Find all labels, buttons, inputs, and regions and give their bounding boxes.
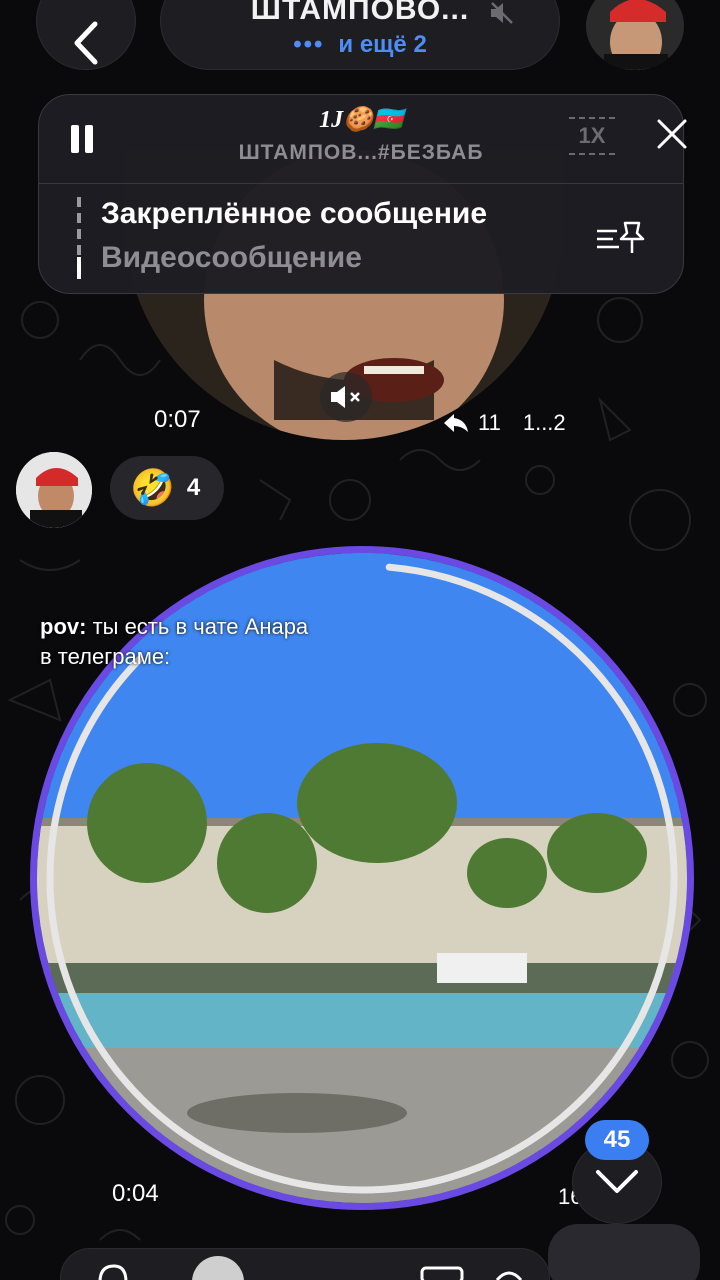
caption-text: ты есть в чате Анара: [86, 614, 309, 639]
chat-status: ••• и ещё 2: [161, 31, 559, 59]
pinned-message-subtitle[interactable]: Видеосообщение: [101, 241, 362, 275]
unread-count-badge: 45: [585, 1120, 649, 1160]
video-sound-toggle[interactable]: [320, 372, 372, 422]
caption-line-2: в телеграме:: [40, 644, 171, 669]
pin-position-indicator: [77, 197, 81, 279]
pin-list-icon[interactable]: [595, 217, 645, 257]
typing-dots: •••: [293, 31, 325, 58]
sticker-icon[interactable]: [494, 1266, 524, 1280]
mute-icon: [491, 2, 513, 24]
close-icon[interactable]: [655, 117, 689, 151]
pinned-message-title[interactable]: Закреплённое сообщение: [101, 197, 487, 231]
video-duration: 0:04: [112, 1180, 159, 1207]
chevron-left-icon: [74, 21, 98, 65]
replies-count: 11: [478, 410, 501, 435]
video-duration: 0:07: [154, 406, 201, 433]
caption-bold: pov:: [40, 614, 87, 639]
reaction-count: 4: [186, 474, 201, 501]
attach-icon[interactable]: [96, 1262, 130, 1280]
chat-header[interactable]: ШТАМПОВО... ••• и ещё 2: [160, 0, 560, 70]
reaction-emoji: 🤣: [130, 467, 175, 508]
sender-avatar[interactable]: [16, 452, 92, 528]
reply-pages: 1...2: [522, 410, 566, 435]
replies-indicator[interactable]: 11 1...2: [442, 410, 566, 436]
playback-speed-button[interactable]: 1X: [569, 117, 615, 155]
emoji-icon[interactable]: [420, 1266, 464, 1280]
reaction-chip[interactable]: 🤣 4: [110, 456, 224, 520]
audio-player-panel: 1J🍪🇦🇿 ШТАМПОВ...#БЕЗБАБ 1X Закреплённое …: [38, 94, 687, 294]
reply-arrow-icon: [444, 414, 468, 432]
video-caption: pov: ты есть в чате Анара в телеграме:: [40, 612, 308, 672]
panel-divider: [39, 183, 683, 184]
chevron-down-icon: [596, 1170, 638, 1193]
status-text: и ещё 2: [338, 31, 427, 58]
bottom-right-thumbnail[interactable]: [548, 1224, 700, 1280]
message-input-bar[interactable]: [60, 1248, 550, 1280]
speaker-muted-icon: [331, 386, 360, 408]
